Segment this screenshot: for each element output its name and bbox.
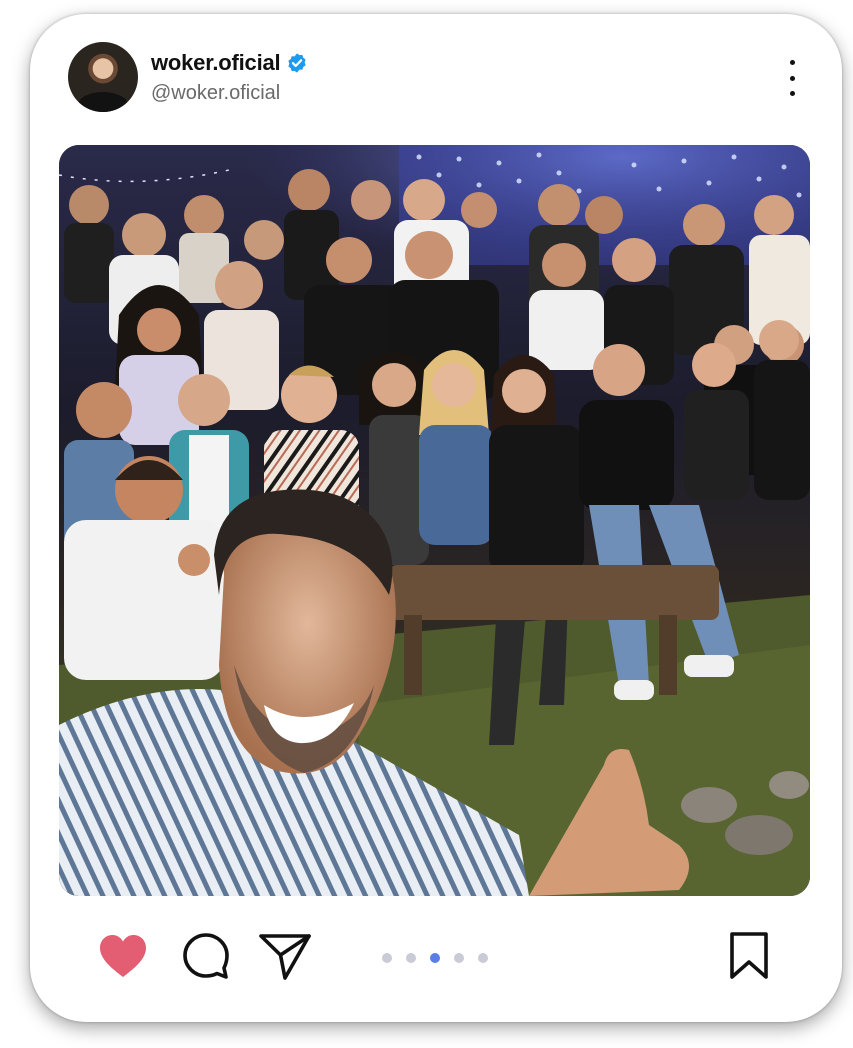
bookmark-icon — [730, 932, 768, 979]
group-selfie-photo — [59, 145, 810, 896]
save-button[interactable] — [722, 929, 776, 983]
post-card: woker.oficial @woker.oficial — [30, 14, 842, 1022]
comment-icon — [183, 933, 229, 979]
carousel-dot[interactable] — [454, 953, 464, 963]
carousel-dot[interactable] — [382, 953, 392, 963]
send-icon — [259, 934, 311, 980]
user-handle: @woker.oficial — [151, 82, 281, 104]
username[interactable]: woker.oficial — [151, 50, 281, 76]
carousel-dot[interactable] — [478, 953, 488, 963]
avatar[interactable] — [68, 42, 138, 112]
post-photo[interactable] — [59, 145, 810, 896]
more-options-button[interactable] — [780, 60, 804, 96]
carousel-dot-active[interactable] — [430, 953, 440, 963]
more-vertical-icon — [789, 60, 795, 65]
carousel-indicator — [382, 953, 488, 963]
post-header: woker.oficial @woker.oficial — [30, 14, 842, 144]
more-dot — [789, 75, 795, 81]
comment-button[interactable] — [178, 929, 232, 983]
like-button[interactable] — [96, 929, 150, 983]
avatar-shirt — [78, 92, 128, 112]
carousel-dot[interactable] — [406, 953, 416, 963]
username-row: woker.oficial — [151, 50, 308, 76]
more-dot — [789, 91, 795, 96]
verified-badge-icon — [288, 53, 307, 73]
share-button[interactable] — [258, 929, 312, 983]
heart-icon — [100, 935, 146, 977]
